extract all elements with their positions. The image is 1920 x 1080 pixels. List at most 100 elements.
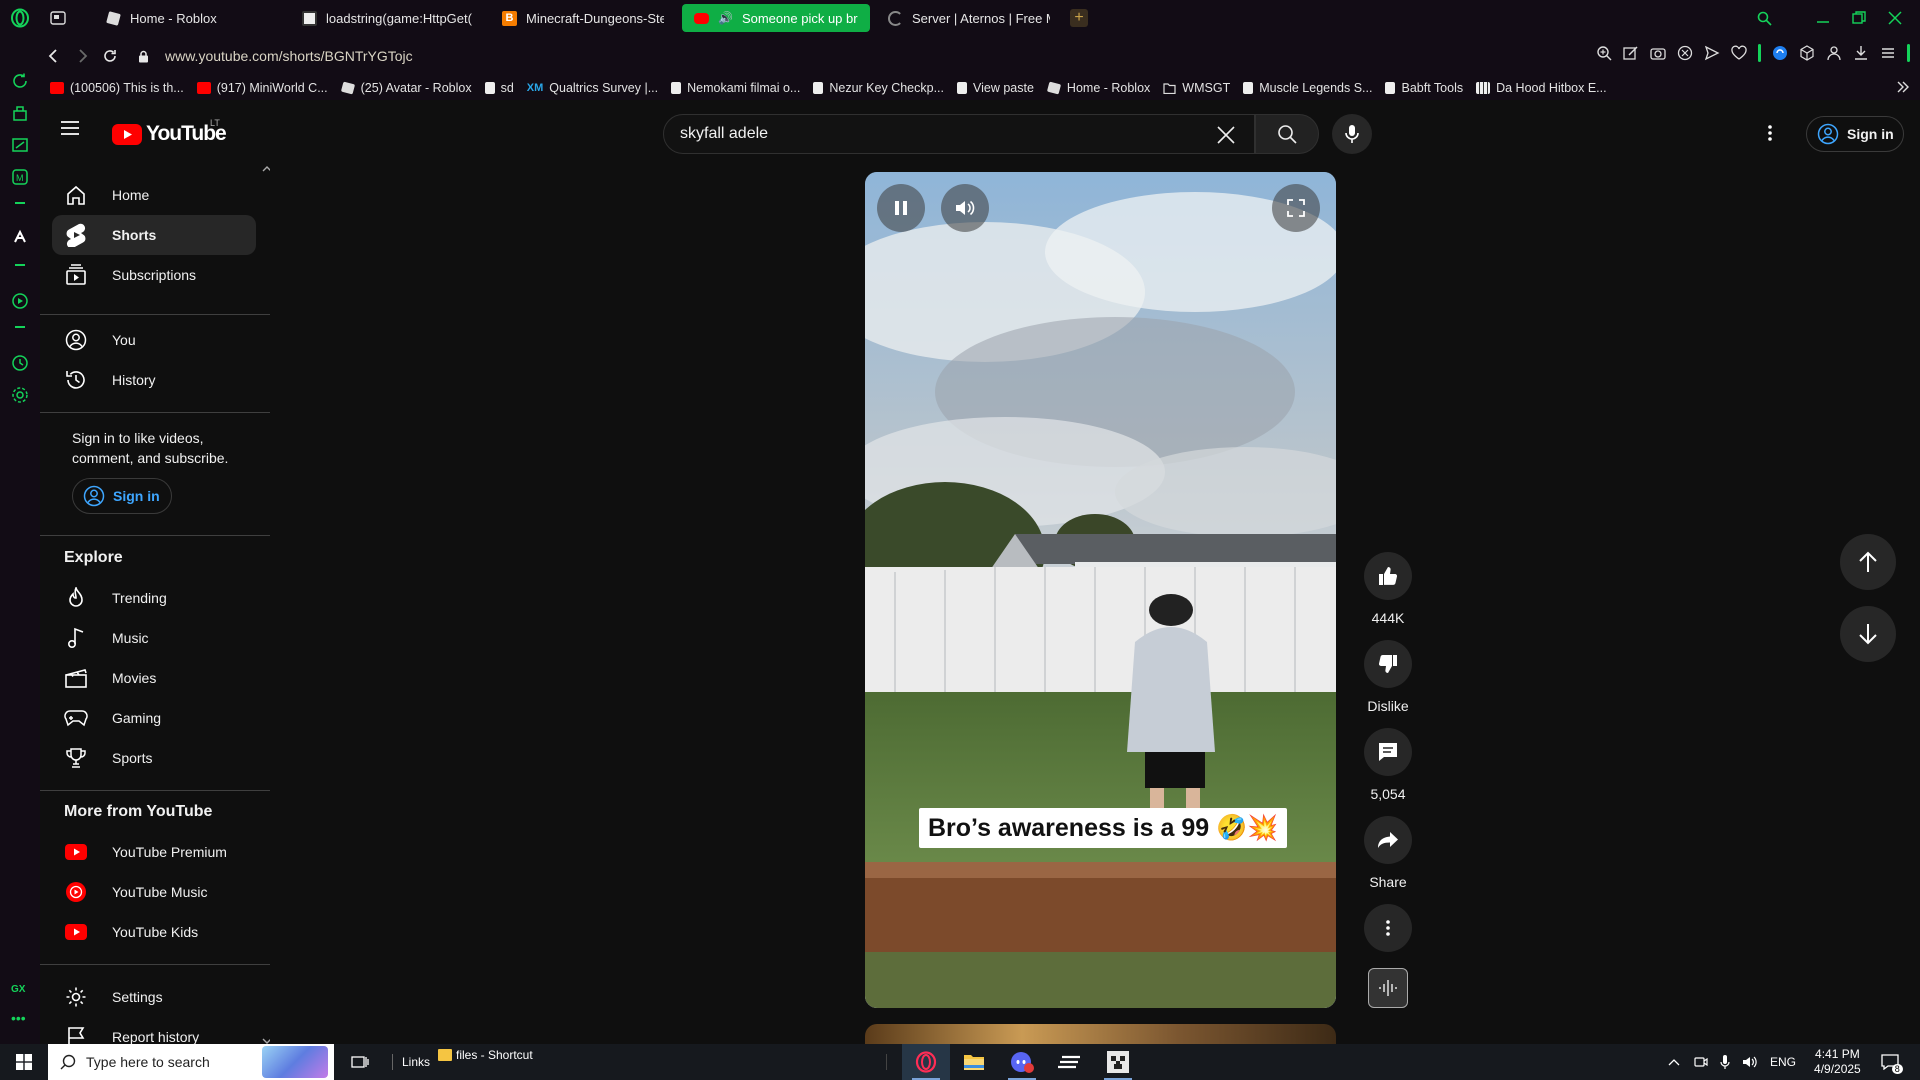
- pause-button[interactable]: [877, 184, 925, 232]
- clear-search-icon[interactable]: [1216, 125, 1236, 145]
- like-action[interactable]: 444K: [1328, 552, 1448, 626]
- bookmark[interactable]: Muscle Legends S...: [1243, 81, 1372, 95]
- fullscreen-button[interactable]: [1272, 184, 1320, 232]
- clock[interactable]: 4:41 PM 4/9/2025: [1814, 1047, 1861, 1077]
- download-icon[interactable]: [1853, 45, 1869, 61]
- bookmark[interactable]: (917) MiniWorld C...: [196, 81, 328, 95]
- player-icon[interactable]: [11, 292, 29, 310]
- new-tab-button[interactable]: +: [1070, 9, 1088, 27]
- guide-item-sports[interactable]: Sports: [52, 738, 256, 778]
- minimize-icon[interactable]: [1816, 11, 1830, 25]
- youtube-logo[interactable]: YouTube: [112, 122, 227, 146]
- guide-item-gaming[interactable]: Gaming: [52, 698, 256, 738]
- history-clock-icon[interactable]: [11, 354, 29, 372]
- bookmark[interactable]: View paste: [957, 81, 1034, 95]
- tab-roblox-home[interactable]: Home - Roblox: [94, 4, 284, 32]
- menu-icon[interactable]: [1880, 45, 1896, 61]
- bookmark[interactable]: Babft Tools: [1385, 81, 1463, 95]
- links-toolbar-label[interactable]: Links: [402, 1055, 430, 1069]
- search-tabs-icon[interactable]: [1757, 11, 1772, 26]
- guide-sign-in-button[interactable]: Sign in: [72, 478, 172, 514]
- meet-now-icon[interactable]: [1694, 1055, 1708, 1069]
- taskbar-discord[interactable]: [998, 1044, 1046, 1080]
- guide-item-movies[interactable]: Movies: [52, 658, 256, 698]
- dislike-button[interactable]: [1364, 640, 1412, 688]
- next-short-preview[interactable]: [865, 1024, 1336, 1044]
- tray-overflow-icon[interactable]: [1668, 1058, 1680, 1066]
- start-button[interactable]: [0, 1044, 48, 1080]
- history-sync-icon[interactable]: [11, 72, 29, 90]
- previous-short-button[interactable]: [1840, 534, 1896, 590]
- taskbar-app-stripes[interactable]: [1046, 1044, 1094, 1080]
- tab-aternos[interactable]: Server | Aternos | Free M: [876, 4, 1062, 32]
- shorts-video-player[interactable]: Bro’s awareness is a 99 🤣💥: [865, 172, 1336, 1008]
- back-button[interactable]: [40, 42, 68, 70]
- gx-corner-icon[interactable]: [11, 136, 29, 154]
- speaker-icon[interactable]: [1742, 1055, 1758, 1069]
- sound-remix-button[interactable]: [1368, 968, 1408, 1008]
- camera-icon[interactable]: [1650, 45, 1666, 61]
- guide-item-settings[interactable]: Settings: [52, 977, 256, 1017]
- forward-button[interactable]: [68, 42, 96, 70]
- sign-in-button[interactable]: Sign in: [1806, 116, 1904, 152]
- taskbar-minecraft[interactable]: [1094, 1044, 1142, 1080]
- bookmark-folder[interactable]: WMSGT: [1163, 81, 1230, 95]
- search-button[interactable]: [1255, 114, 1319, 154]
- voice-search-button[interactable]: [1332, 114, 1372, 154]
- tab-youtube-active[interactable]: 🔊 Someone pick up bro': [682, 4, 870, 32]
- close-icon[interactable]: [1888, 11, 1902, 25]
- search-box[interactable]: skyfall adele: [663, 114, 1255, 154]
- files-shortcut[interactable]: files - Shortcut: [438, 1048, 533, 1062]
- heart-icon[interactable]: [1731, 45, 1747, 61]
- search-input[interactable]: skyfall adele: [680, 125, 768, 143]
- dislike-action[interactable]: Dislike: [1328, 640, 1448, 714]
- bookmark[interactable]: (25) Avatar - Roblox: [340, 81, 472, 95]
- settings-kebab-button[interactable]: [1768, 124, 1772, 142]
- adblock-icon[interactable]: [1677, 45, 1693, 61]
- guide-item-home[interactable]: Home: [52, 175, 256, 215]
- bookmark[interactable]: Home - Roblox: [1046, 81, 1150, 95]
- bookmark[interactable]: Nemokami filmai o...: [671, 81, 800, 95]
- more-actions-button[interactable]: [1364, 904, 1412, 952]
- gx-control-icon[interactable]: [11, 104, 29, 122]
- comments-button[interactable]: [1364, 728, 1412, 776]
- bookmark[interactable]: Nezur Key Checkp...: [813, 81, 944, 95]
- guide-item-you[interactable]: You: [52, 320, 256, 360]
- tab-blogger[interactable]: B Minecraft-Dungeons-Ste: [490, 4, 676, 32]
- profile-icon[interactable]: [1826, 45, 1842, 61]
- bookmark[interactable]: XM Qualtrics Survey |...: [527, 81, 658, 95]
- active-app-icon[interactable]: [11, 228, 29, 246]
- guide-item-youtube-kids[interactable]: YouTube Kids: [52, 912, 256, 952]
- taskbar-search-box[interactable]: Type here to search: [48, 1044, 334, 1080]
- language-indicator[interactable]: ENG: [1770, 1055, 1796, 1069]
- volume-button[interactable]: [941, 184, 989, 232]
- gx-icon[interactable]: GX: [11, 984, 29, 1002]
- guide-item-subscriptions[interactable]: Subscriptions: [52, 255, 256, 295]
- messenger-icon[interactable]: M: [11, 168, 29, 186]
- more-actions[interactable]: [1328, 904, 1448, 952]
- share-button[interactable]: [1364, 816, 1412, 864]
- bookmark[interactable]: Da Hood Hitbox E...: [1476, 81, 1607, 95]
- url-field[interactable]: www.youtube.com/shorts/BGNTrYGTojc: [165, 48, 413, 64]
- edit-icon[interactable]: [1623, 45, 1639, 61]
- guide-item-youtube-premium[interactable]: YouTube Premium: [52, 832, 256, 872]
- task-view-button[interactable]: [336, 1044, 384, 1080]
- guide-scroll-up-icon[interactable]: [262, 166, 270, 172]
- settings-gear-icon[interactable]: [11, 386, 29, 404]
- tab-pastebin[interactable]: loadstring(game:HttpGet(: [290, 4, 484, 32]
- guide-item-music[interactable]: Music: [52, 618, 256, 658]
- send-icon[interactable]: [1704, 45, 1720, 61]
- microphone-icon[interactable]: [1720, 1055, 1730, 1069]
- tab-switcher-icon[interactable]: [44, 4, 72, 32]
- guide-item-trending[interactable]: Trending: [52, 578, 256, 618]
- guide-menu-button[interactable]: [60, 120, 80, 136]
- taskbar-opera-gx[interactable]: [902, 1044, 950, 1080]
- restore-icon[interactable]: [1852, 11, 1866, 25]
- guide-item-shorts[interactable]: Shorts: [52, 215, 256, 255]
- taskbar-file-explorer[interactable]: [950, 1044, 998, 1080]
- guide-item-report-history[interactable]: Report history: [52, 1017, 256, 1044]
- notification-center-button[interactable]: 8: [1881, 1054, 1903, 1074]
- next-short-button[interactable]: [1840, 606, 1896, 662]
- cube-icon[interactable]: [1799, 45, 1815, 61]
- zoom-icon[interactable]: [1596, 45, 1612, 61]
